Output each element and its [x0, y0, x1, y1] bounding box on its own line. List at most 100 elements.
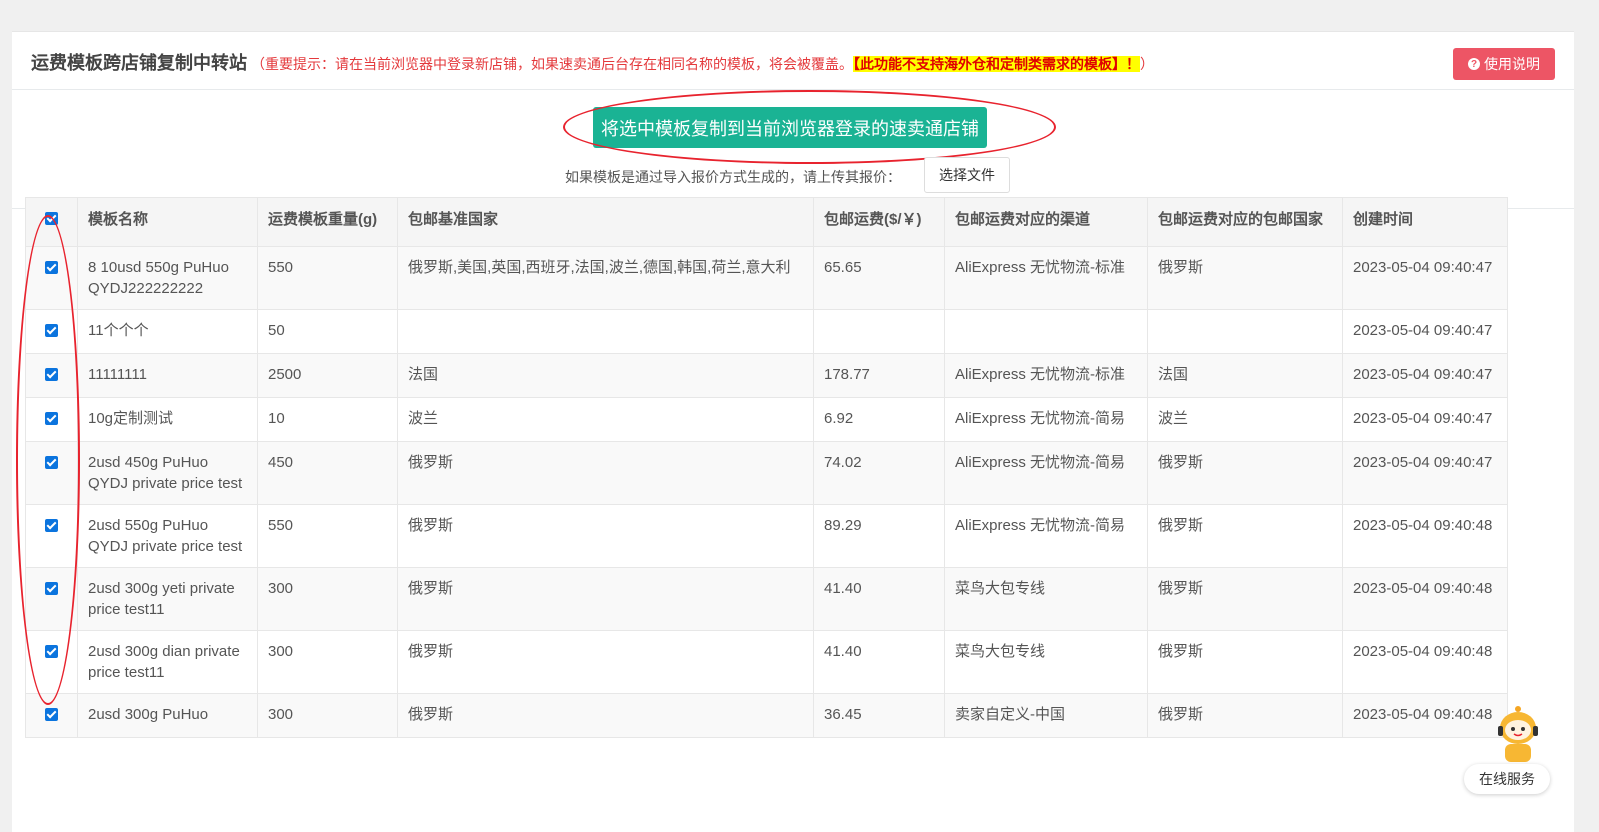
row-checkbox[interactable] — [45, 519, 58, 532]
table-row[interactable]: 2usd 300g PuHuo 300 俄罗斯 36.45 卖家自定义-中国 俄… — [25, 693, 1508, 738]
cell-channel: AliExpress 无忧物流-简易 — [944, 397, 1148, 442]
column-header[interactable]: 包邮基准国家 — [397, 197, 814, 247]
question-circle-icon: ? — [1468, 58, 1480, 70]
table-row[interactable]: 11个个个 50 2023-05-04 09:40:47 — [25, 309, 1508, 354]
select-all-checkbox[interactable] — [45, 212, 58, 225]
column-header[interactable]: 模板名称 — [77, 197, 258, 247]
cell-fee — [813, 309, 945, 354]
cell-weight: 300 — [257, 630, 398, 694]
upload-quote-label: 如果模板是通过导入报价方式生成的，请上传其报价： — [565, 169, 901, 185]
row-select-cell — [25, 397, 78, 442]
cell-weight: 550 — [257, 504, 398, 568]
column-header[interactable]: 创建时间 — [1342, 197, 1508, 247]
row-checkbox[interactable] — [45, 412, 58, 425]
cell-created: 2023-05-04 09:40:47 — [1342, 246, 1508, 310]
cell-fee: 74.02 — [813, 441, 945, 505]
cell-fee: 41.40 — [813, 567, 945, 631]
cell-free-country — [1147, 309, 1343, 354]
row-select-cell — [25, 693, 78, 738]
cell-free-country: 俄罗斯 — [1147, 504, 1343, 568]
cell-fee: 89.29 — [813, 504, 945, 568]
row-checkbox[interactable] — [45, 708, 58, 721]
panel-header: 运费模板跨店铺复制中转站 （重要提示：请在当前浏览器中登录新店铺，如果速卖通后台存… — [12, 32, 1574, 90]
copy-templates-button[interactable]: 将选中模板复制到当前浏览器登录的速卖通店铺 — [593, 107, 987, 148]
cell-template-name: 8 10usd 550g PuHuo QYDJ222222222 — [77, 246, 258, 310]
cell-created: 2023-05-04 09:40:48 — [1342, 504, 1508, 568]
cell-channel: AliExpress 无忧物流-简易 — [944, 441, 1148, 505]
notice-close: ） — [1140, 56, 1154, 72]
table-header-row: 模板名称 运费模板重量(g) 包邮基准国家 包邮运费($/￥) 包邮运费对应的渠… — [25, 197, 1508, 247]
help-button[interactable]: ? 使用说明 — [1453, 48, 1555, 80]
column-header[interactable]: 运费模板重量(g) — [257, 197, 398, 247]
robot-icon — [1498, 706, 1538, 762]
online-service-widget[interactable]: 在线服务 — [1464, 706, 1579, 794]
cell-base-countries — [397, 309, 814, 354]
template-table: 模板名称 运费模板重量(g) 包邮基准国家 包邮运费($/￥) 包邮运费对应的渠… — [25, 197, 1508, 738]
row-checkbox[interactable] — [45, 368, 58, 381]
cell-channel: 菜鸟大包专线 — [944, 630, 1148, 694]
notice-highlight: 【此功能不支持海外仓和定制类需求的模板】！ — [853, 56, 1140, 72]
page-title-text: 运费模板跨店铺复制中转站 — [31, 53, 247, 73]
table-row[interactable]: 2usd 450g PuHuo QYDJ private price test … — [25, 441, 1508, 505]
column-header[interactable]: 包邮运费($/￥) — [813, 197, 945, 247]
cell-fee: 65.65 — [813, 246, 945, 310]
cell-fee: 6.92 — [813, 397, 945, 442]
online-service-label[interactable]: 在线服务 — [1464, 764, 1550, 794]
cell-created: 2023-05-04 09:40:48 — [1342, 630, 1508, 694]
choose-file-button[interactable]: 选择文件 — [924, 157, 1010, 193]
cell-created: 2023-05-04 09:40:47 — [1342, 309, 1508, 354]
cell-template-name: 2usd 300g PuHuo — [77, 693, 258, 738]
cell-free-country: 俄罗斯 — [1147, 441, 1343, 505]
cell-template-name: 10g定制测试 — [77, 397, 258, 442]
table-row[interactable]: 2usd 550g PuHuo QYDJ private price test … — [25, 504, 1508, 568]
cell-base-countries: 法国 — [397, 353, 814, 398]
cell-channel: AliExpress 无忧物流-标准 — [944, 246, 1148, 310]
important-notice: （重要提示：请在当前浏览器中登录新店铺，如果速卖通后台存在相同名称的模板，将会被… — [251, 56, 1154, 72]
cell-base-countries: 俄罗斯 — [397, 567, 814, 631]
cell-base-countries: 俄罗斯 — [397, 441, 814, 505]
column-header[interactable]: 包邮运费对应的包邮国家 — [1147, 197, 1343, 247]
cell-free-country: 俄罗斯 — [1147, 246, 1343, 310]
table-row[interactable]: 11111111 2500 法国 178.77 AliExpress 无忧物流-… — [25, 353, 1508, 398]
row-select-cell — [25, 441, 78, 505]
table-row[interactable]: 2usd 300g yeti private price test11 300 … — [25, 567, 1508, 631]
cell-weight: 2500 — [257, 353, 398, 398]
row-checkbox[interactable] — [45, 261, 58, 274]
cell-channel: 菜鸟大包专线 — [944, 567, 1148, 631]
row-checkbox[interactable] — [45, 582, 58, 595]
page-title: 运费模板跨店铺复制中转站 （重要提示：请在当前浏览器中登录新店铺，如果速卖通后台存… — [31, 49, 1154, 75]
cell-weight: 50 — [257, 309, 398, 354]
help-button-label: 使用说明 — [1484, 56, 1540, 72]
row-select-cell — [25, 567, 78, 631]
row-checkbox[interactable] — [45, 645, 58, 658]
cell-template-name: 11111111 — [77, 353, 258, 398]
cell-channel: 卖家自定义-中国 — [944, 693, 1148, 738]
column-header[interactable]: 包邮运费对应的渠道 — [944, 197, 1148, 247]
cell-created: 2023-05-04 09:40:47 — [1342, 397, 1508, 442]
cell-base-countries: 俄罗斯 — [397, 693, 814, 738]
row-select-cell — [25, 246, 78, 310]
row-select-cell — [25, 504, 78, 568]
cell-template-name: 11个个个 — [77, 309, 258, 354]
cell-base-countries: 俄罗斯,美国,英国,西班牙,法国,波兰,德国,韩国,荷兰,意大利 — [397, 246, 814, 310]
cell-free-country: 俄罗斯 — [1147, 630, 1343, 694]
cell-weight: 450 — [257, 441, 398, 505]
cell-fee: 178.77 — [813, 353, 945, 398]
row-checkbox[interactable] — [45, 324, 58, 337]
cell-channel: AliExpress 无忧物流-标准 — [944, 353, 1148, 398]
table-row[interactable]: 10g定制测试 10 波兰 6.92 AliExpress 无忧物流-简易 波兰… — [25, 397, 1508, 442]
cell-free-country: 俄罗斯 — [1147, 693, 1343, 738]
cell-channel: AliExpress 无忧物流-简易 — [944, 504, 1148, 568]
cell-channel — [944, 309, 1148, 354]
table-row[interactable]: 2usd 300g dian private price test11 300 … — [25, 630, 1508, 694]
cell-base-countries: 俄罗斯 — [397, 630, 814, 694]
cell-base-countries: 波兰 — [397, 397, 814, 442]
cell-created: 2023-05-04 09:40:47 — [1342, 353, 1508, 398]
cell-template-name: 2usd 450g PuHuo QYDJ private price test — [77, 441, 258, 505]
select-all-cell — [25, 197, 78, 247]
cell-weight: 10 — [257, 397, 398, 442]
table-row[interactable]: 8 10usd 550g PuHuo QYDJ222222222 550 俄罗斯… — [25, 246, 1508, 310]
cell-free-country: 俄罗斯 — [1147, 567, 1343, 631]
row-checkbox[interactable] — [45, 456, 58, 469]
cell-base-countries: 俄罗斯 — [397, 504, 814, 568]
